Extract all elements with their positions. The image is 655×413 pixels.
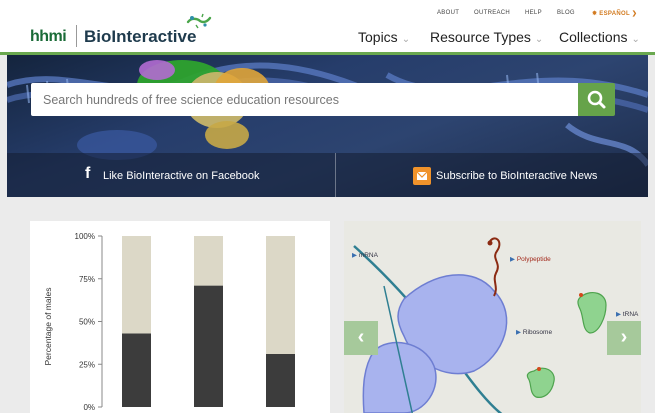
bar-light-segment <box>122 236 151 334</box>
y-tick-label: 100% <box>75 232 95 241</box>
y-tick-label: 50% <box>79 318 95 327</box>
trna-label: ▶ tRNA <box>616 311 639 318</box>
nav-resource-types-label: Resource Types <box>430 29 531 45</box>
bar-dark-segment <box>194 285 223 407</box>
chart-panel[interactable]: 100% 75% 50% 25% 0% Percentage of males <box>30 221 330 413</box>
facebook-link[interactable]: Like BioInteractive on Facebook <box>103 170 260 182</box>
blog-link[interactable]: BLOG <box>557 10 575 16</box>
polypeptide-label: ▶ Polypeptide <box>510 256 551 263</box>
slider-prev-button[interactable]: ‹ <box>344 321 378 355</box>
nav-collections[interactable]: Collections ⌄ <box>559 29 640 45</box>
image-slider: ▶ mRNA ▶ Polypeptide ▶ Ribosome ▶ tRNA ‹… <box>344 221 641 413</box>
lizard-logo-icon <box>186 13 212 29</box>
ribosome-label: ▶ Ribosome <box>516 329 553 336</box>
search-input[interactable] <box>31 83 602 116</box>
y-tick-label: 25% <box>79 360 95 369</box>
globe-icon: ✸ <box>592 11 598 17</box>
hhmi-logo[interactable]: hhmi <box>30 28 67 46</box>
chevron-right-icon: › <box>620 326 628 348</box>
bar-chart: 100% 75% 50% 25% 0% Percentage of males <box>43 232 295 412</box>
y-tick-label: 75% <box>79 275 95 284</box>
slider-next-button[interactable]: › <box>607 321 641 355</box>
subscribe-link[interactable]: Subscribe to BioInteractive News <box>436 170 597 182</box>
language-switch[interactable]: ✸ ESPAÑOL ❯ <box>592 10 637 17</box>
nav-topics[interactable]: Topics ⌄ <box>358 29 410 45</box>
mrna-label: ▶ mRNA <box>352 252 378 259</box>
chevron-down-icon: ⌄ <box>534 34 544 45</box>
envelope-icon[interactable] <box>413 167 431 185</box>
about-link[interactable]: ABOUT <box>437 10 459 16</box>
facebook-icon[interactable]: f <box>85 165 90 183</box>
chevron-left-icon: ‹ <box>357 326 365 348</box>
y-tick-label: 0% <box>83 403 95 412</box>
hero-banner: f Like BioInteractive on Facebook Subscr… <box>7 55 648 197</box>
page: hhmi BioInteractive ABOUT OUTREACH HELP … <box>0 0 655 413</box>
search-icon <box>587 90 606 109</box>
bar-dark-segment <box>266 353 295 407</box>
biointeractive-logo[interactable]: BioInteractive <box>84 27 196 47</box>
nav-collections-label: Collections <box>559 29 628 45</box>
ribosome-illustration <box>353 237 607 413</box>
logo-divider <box>76 25 77 47</box>
chevron-down-icon: ⌄ <box>631 34 640 45</box>
language-label: ESPAÑOL <box>599 11 630 17</box>
y-axis-label: Percentage of males <box>43 288 53 366</box>
site-header: hhmi BioInteractive ABOUT OUTREACH HELP … <box>0 0 655 55</box>
nav-topics-label: Topics <box>358 29 398 45</box>
chevron-down-icon: ⌄ <box>401 34 411 45</box>
bar-light-segment <box>266 236 295 354</box>
help-link[interactable]: HELP <box>525 10 542 16</box>
social-divider <box>335 153 336 197</box>
search-button[interactable] <box>578 83 615 116</box>
bar-dark-segment <box>122 333 151 407</box>
chevron-down-icon: ❯ <box>631 11 638 17</box>
outreach-link[interactable]: OUTREACH <box>474 10 510 16</box>
search-box <box>31 83 602 116</box>
nav-resource-types[interactable]: Resource Types ⌄ <box>430 29 543 45</box>
bar-light-segment <box>194 236 223 286</box>
